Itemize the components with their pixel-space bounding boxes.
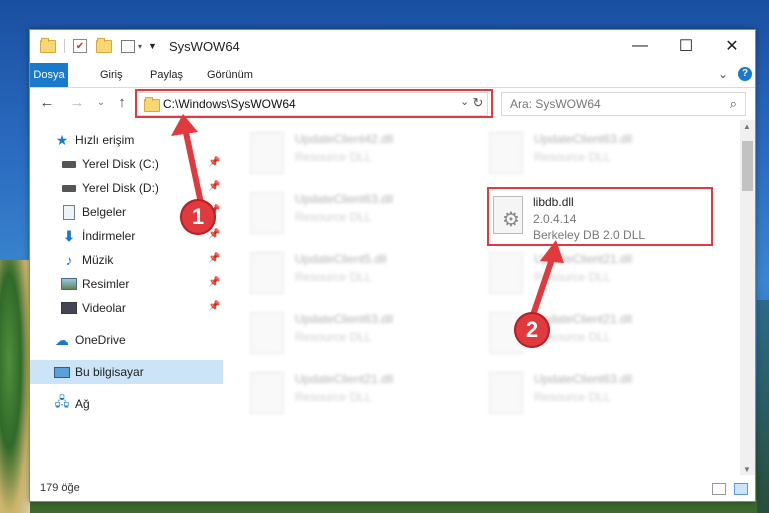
arrow-2 [529,240,564,321]
callout-arrows [171,114,564,321]
callout-badge-2: 2 [514,312,550,348]
arrow-1 [171,114,205,211]
callout-badge-1: 1 [180,199,216,235]
